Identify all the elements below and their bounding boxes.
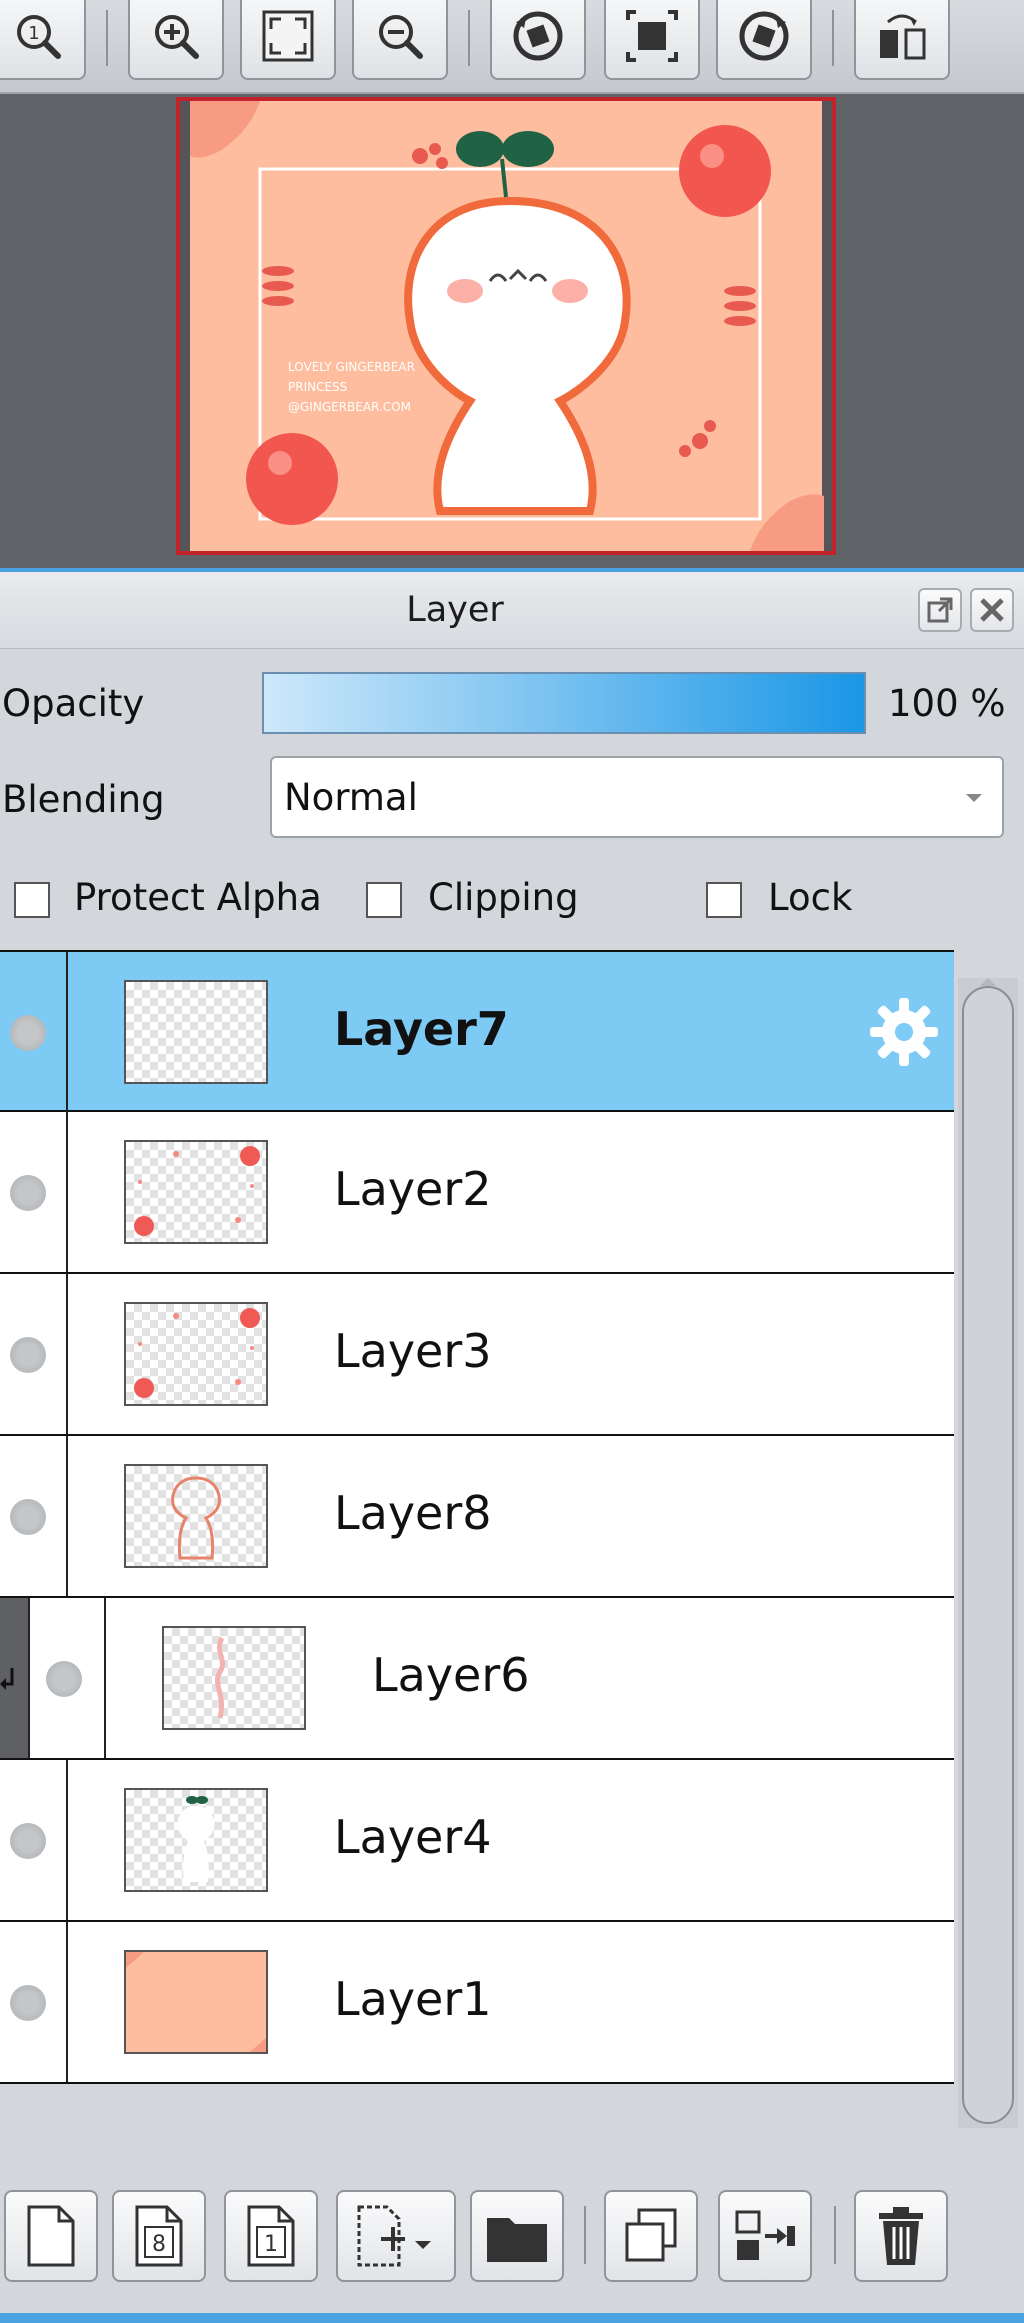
fit-window-button[interactable]: [240, 0, 336, 80]
layer-name: Layer4: [334, 1810, 492, 1864]
blending-label: Blending: [2, 778, 165, 821]
trash-icon: [879, 2207, 923, 2265]
blending-value: Normal: [284, 776, 418, 819]
layer-row[interactable]: Layer3: [0, 1274, 954, 1436]
layer-thumbnail: [124, 1950, 268, 2054]
artwork-text-3: @GINGERBEAR.COM: [288, 400, 411, 414]
new-folder-button[interactable]: [470, 2190, 564, 2282]
scroll-thumb[interactable]: [962, 986, 1014, 2124]
visibility-toggle[interactable]: [10, 1985, 46, 2021]
layer-actions-toolbar: 8 1: [0, 2150, 1024, 2323]
layer-row[interactable]: Layer6: [0, 1598, 954, 1760]
delete-layer-button[interactable]: [854, 2190, 948, 2282]
rotate-left-button[interactable]: [490, 0, 586, 80]
merge-down-button[interactable]: [718, 2190, 812, 2282]
view-toolbar: 1: [0, 0, 1024, 94]
rotate-right-button[interactable]: [716, 0, 812, 80]
panel-bottom-edge: [0, 2313, 1024, 2323]
layer-list: Layer7 Layer2 Layer3 Layer8 Layer6 Layer…: [0, 950, 954, 2084]
zoom-out-icon: [379, 15, 423, 59]
clipping-indicator: [0, 1598, 28, 1758]
new-1bit-layer-button[interactable]: 1: [224, 2190, 318, 2282]
new-layer-button[interactable]: [4, 2190, 98, 2282]
rotate-right-icon: [739, 11, 789, 61]
new-8bit-layer-button[interactable]: 8: [112, 2190, 206, 2282]
artwork-text-1: LOVELY GINGERBEAR: [288, 360, 415, 374]
close-panel-button[interactable]: [970, 588, 1014, 632]
flip-horizontal-icon: [880, 14, 926, 60]
layer-name: Layer2: [334, 1162, 492, 1216]
fit-window-icon: [262, 10, 314, 62]
chevron-down-icon: [966, 794, 982, 802]
svg-text:1: 1: [28, 23, 39, 44]
layer-row[interactable]: Layer1: [0, 1922, 954, 2084]
visibility-toggle[interactable]: [10, 1823, 46, 1859]
layer-panel: Layer Opacity 100 % Blending Normal Prot…: [0, 568, 1024, 2323]
layer-row[interactable]: Layer4: [0, 1760, 954, 1922]
flip-horizontal-button[interactable]: [854, 0, 950, 80]
navigator-viewport[interactable]: LOVELY GINGERBEAR PRINCESS @GINGERBEAR.C…: [176, 97, 836, 555]
zoom-in-icon: [155, 15, 199, 59]
layer-thumbnail: [124, 1788, 268, 1892]
duplicate-icon: [625, 2208, 677, 2262]
zoom-out-button[interactable]: [352, 0, 448, 80]
layer-thumbnail: [124, 980, 268, 1084]
clipping-checkbox[interactable]: [366, 882, 402, 918]
layer-thumbnail: [162, 1626, 306, 1730]
add-layer-menu-button[interactable]: [336, 2190, 456, 2282]
visibility-toggle[interactable]: [46, 1661, 82, 1697]
protect-alpha-checkbox[interactable]: [14, 882, 50, 918]
zoom-actual-icon: 1: [17, 15, 61, 59]
layer-row[interactable]: Layer7: [0, 950, 954, 1112]
visibility-toggle[interactable]: [10, 1499, 46, 1535]
duplicate-layer-button[interactable]: [604, 2190, 698, 2282]
panel-title: Layer: [406, 590, 504, 630]
clip-arrow-icon: [0, 1668, 14, 1690]
opacity-value: 100 %: [888, 682, 1006, 725]
protect-alpha-label: Protect Alpha: [74, 876, 322, 919]
layer-panel-titlebar: Layer: [0, 572, 1024, 649]
layer-row[interactable]: Layer2: [0, 1112, 954, 1274]
clipping-label: Clipping: [428, 876, 579, 919]
visibility-toggle[interactable]: [10, 1015, 46, 1051]
lock-label: Lock: [768, 876, 853, 919]
visibility-toggle[interactable]: [10, 1337, 46, 1373]
layer-name: Layer8: [334, 1486, 492, 1540]
scroll-up-icon[interactable]: [978, 976, 998, 986]
gear-icon[interactable]: [866, 994, 942, 1070]
artwork-text-2: PRINCESS: [288, 380, 347, 394]
merge-down-icon: [735, 2210, 795, 2260]
zoom-reset-button[interactable]: 1: [0, 0, 86, 80]
layer-list-scrollbar[interactable]: [958, 978, 1018, 2128]
layer-thumbnail: [124, 1302, 268, 1406]
lock-checkbox[interactable]: [706, 882, 742, 918]
opacity-slider[interactable]: [262, 672, 866, 734]
add-layer-dropdown-icon: [357, 2205, 431, 2267]
popout-icon: [927, 597, 953, 623]
undock-panel-button[interactable]: [918, 588, 962, 632]
layer-name: Layer6: [372, 1648, 530, 1702]
opacity-label: Opacity: [2, 682, 145, 725]
svg-text:1: 1: [264, 2232, 278, 2257]
fit-canvas-button[interactable]: [604, 0, 700, 80]
layer-thumbnail: [124, 1464, 268, 1568]
layer-name: Layer1: [334, 1972, 492, 2026]
zoom-in-button[interactable]: [128, 0, 224, 80]
layer-name: Layer7: [334, 1002, 509, 1056]
close-icon: [980, 598, 1004, 622]
svg-text:8: 8: [152, 2232, 166, 2257]
layer-row[interactable]: Layer8: [0, 1436, 954, 1598]
fit-canvas-icon: [626, 10, 678, 62]
blending-select[interactable]: Normal: [270, 756, 1004, 838]
new-8bit-layer-icon: 8: [135, 2205, 183, 2267]
layer-name: Layer3: [334, 1324, 492, 1378]
canvas-preview: LOVELY GINGERBEAR PRINCESS @GINGERBEAR.C…: [180, 101, 832, 551]
folder-icon: [487, 2218, 547, 2262]
new-1bit-layer-icon: 1: [247, 2205, 295, 2267]
visibility-toggle[interactable]: [10, 1175, 46, 1211]
rotate-left-icon: [513, 11, 563, 61]
layer-thumbnail: [124, 1140, 268, 1244]
navigator-panel: LOVELY GINGERBEAR PRINCESS @GINGERBEAR.C…: [0, 94, 1024, 568]
new-layer-icon: [27, 2205, 75, 2267]
